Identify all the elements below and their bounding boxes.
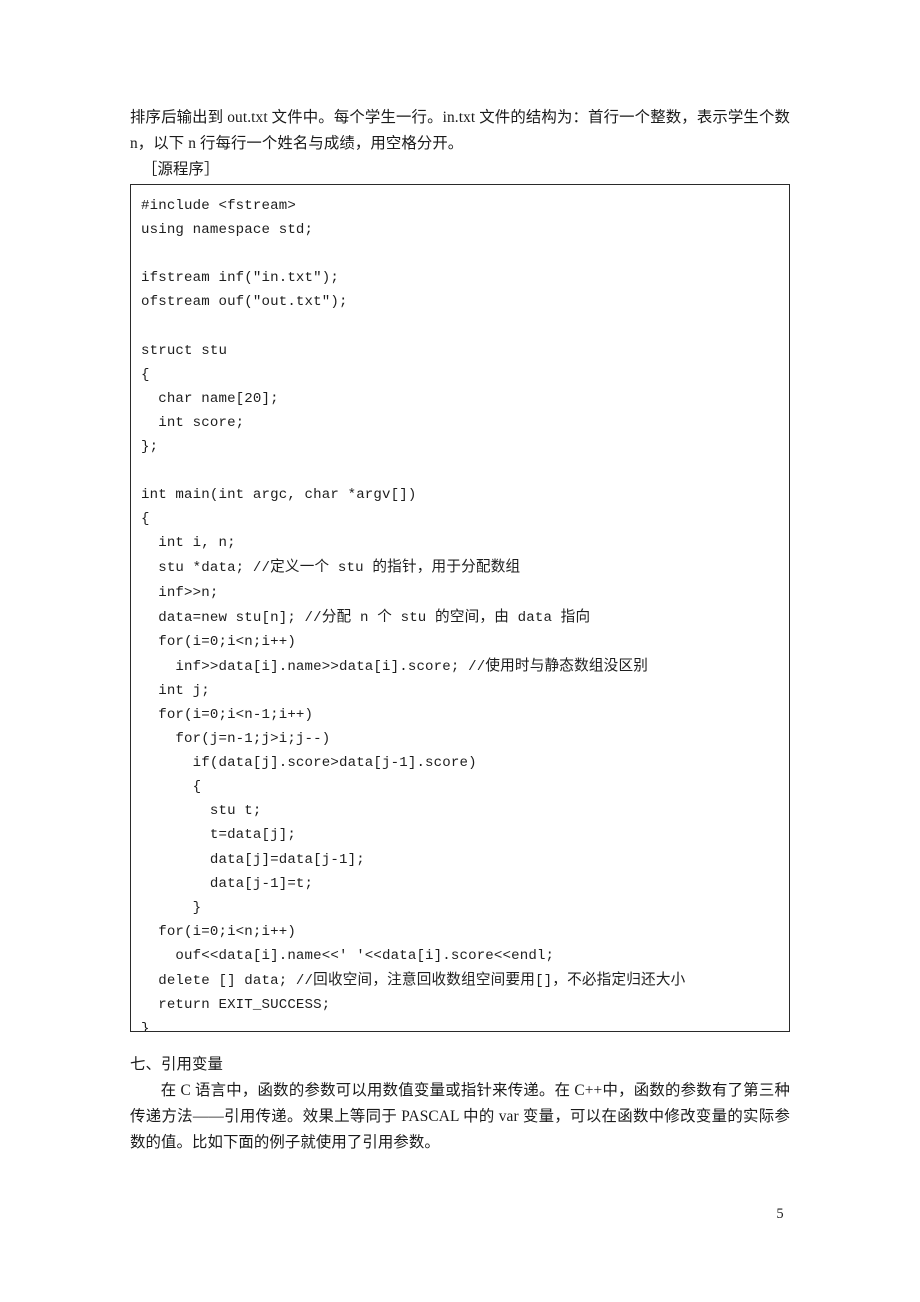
source-code-listing: #include <fstream> using namespace std; i… (131, 185, 789, 1032)
code-line: { (141, 779, 202, 796)
code-line: { (141, 366, 150, 383)
code-line: data[j]=data[j-1]; (141, 851, 365, 868)
source-program-label: ［源程序］ (142, 161, 220, 178)
code-line: return EXIT_SUCCESS; (141, 997, 331, 1014)
code-line: ouf<<data[i].name<<' '<<data[i].score<<e… (141, 947, 555, 964)
document-page: 排序后输出到 out.txt 文件中。每个学生一行。in.txt 文件的结构为：… (0, 0, 920, 1302)
code-line: int score; (141, 414, 245, 431)
page-number: 5 (776, 1206, 784, 1222)
section-heading: 七、引用变量 (130, 1056, 223, 1073)
code-line: int i, n; (141, 535, 236, 552)
code-line: for(i=0;i<n;i++) (141, 923, 296, 940)
source-code-box: #include <fstream> using namespace std; i… (130, 184, 790, 1032)
code-line: data=new stu[n]; //分配 n 个 stu 的空间，由 data… (141, 608, 591, 626)
code-line: stu *data; //定义一个 stu 的指针，用于分配数组 (141, 559, 521, 577)
code-line: inf>>data[i].name>>data[i].score; //使用时与… (141, 657, 649, 675)
code-line: }; (141, 438, 159, 455)
code-line: data[j-1]=t; (141, 875, 314, 892)
code-line: t=data[j]; (141, 827, 296, 844)
intro-section: 排序后输出到 out.txt 文件中。每个学生一行。in.txt 文件的结构为：… (130, 105, 790, 183)
code-line: inf>>n; (141, 584, 219, 601)
code-line: for(i=0;i<n;i++) (141, 633, 296, 650)
code-line: if(data[j].score>data[j-1].score) (141, 755, 477, 772)
code-line: } (141, 899, 202, 916)
code-line: { (141, 511, 150, 528)
code-line: using namespace std; (141, 222, 314, 239)
code-line: } (141, 1021, 150, 1032)
code-line: delete [] data; //回收空间，注意回收数组空间要用[]，不必指定… (141, 972, 686, 989)
code-line: char name[20]; (141, 390, 279, 407)
reference-variable-section: 七、引用变量 在 C 语言中，函数的参数可以用数值变量或指针来传递。在 C++中… (130, 1052, 790, 1156)
intro-paragraph: 排序后输出到 out.txt 文件中。每个学生一行。in.txt 文件的结构为：… (130, 109, 790, 152)
code-line: stu t; (141, 803, 262, 820)
code-line: for(j=n-1;j>i;j--) (141, 731, 331, 748)
code-line: int main(int argc, char *argv[]) (141, 487, 417, 504)
code-line: struct stu (141, 342, 228, 359)
code-line: ofstream ouf("out.txt"); (141, 294, 348, 311)
section-paragraph: 在 C 语言中，函数的参数可以用数值变量或指针来传递。在 C++中，函数的参数有… (130, 1082, 790, 1151)
code-line: for(i=0;i<n-1;i++) (141, 706, 314, 723)
code-line: ifstream inf("in.txt"); (141, 270, 339, 287)
code-line: #include <fstream> (141, 198, 296, 214)
code-line: int j; (141, 682, 210, 699)
